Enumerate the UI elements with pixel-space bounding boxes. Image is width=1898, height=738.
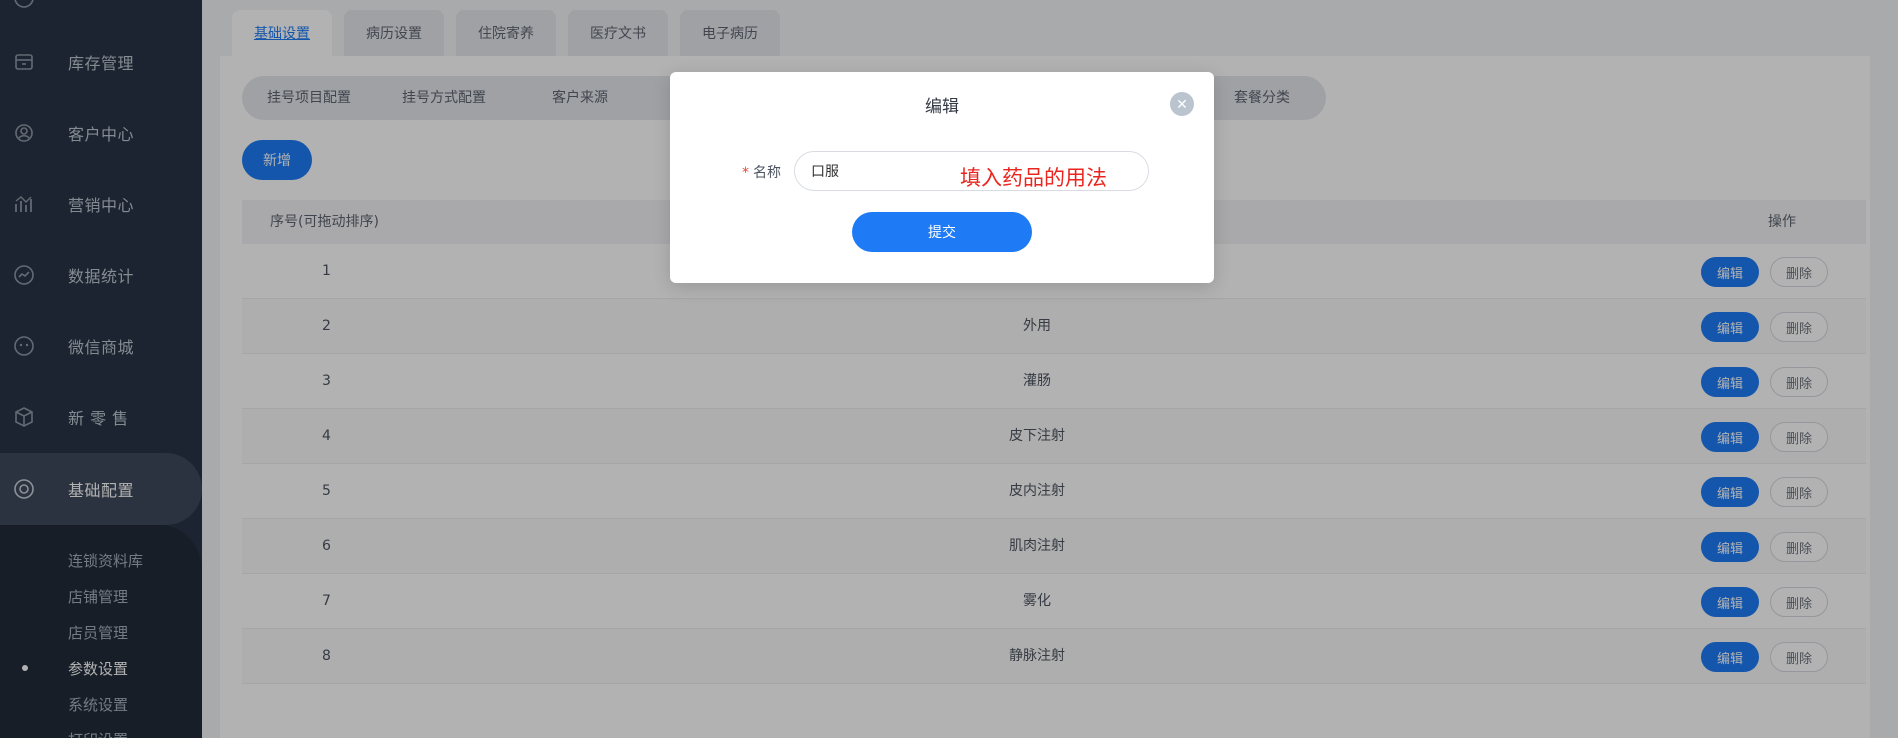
submit-button[interactable]: 提交 <box>852 212 1032 252</box>
required-mark: * <box>742 165 749 181</box>
name-field-label: * 名称 <box>742 162 781 182</box>
edit-dialog: 编辑 ✕ *名称 填入药品的用法 提交 <box>670 72 1214 283</box>
name-label-text: 名称 <box>753 165 781 181</box>
close-icon[interactable]: ✕ <box>1170 92 1194 116</box>
annotation-text: 填入药品的用法 <box>960 166 1107 190</box>
dialog-title: 编辑 <box>925 97 959 117</box>
